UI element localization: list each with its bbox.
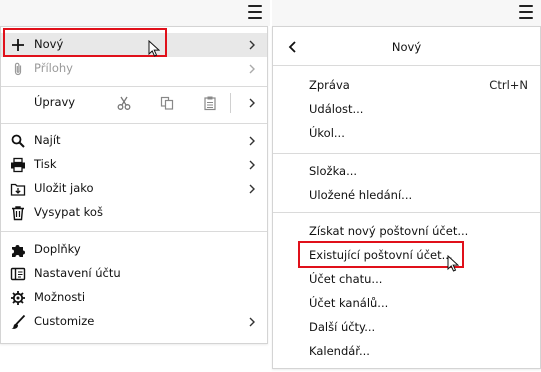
new-item-saved-search[interactable]: Uložené hledání...: [273, 183, 540, 207]
chevron-right-icon: [249, 40, 255, 50]
chevron-right-icon: [249, 317, 255, 327]
submenu-header: Nový: [273, 33, 540, 61]
new-item-existing-mail-account[interactable]: Existující poštovní účet...: [273, 243, 540, 267]
paperclip-icon: [14, 62, 22, 76]
new-item-chat-account[interactable]: Účet chatu...: [273, 267, 540, 291]
menu-separator: [1, 86, 267, 87]
cut-icon[interactable]: [116, 95, 132, 111]
menu-item-label: Kalendář...: [309, 344, 370, 358]
menu-item-label: Nastavení účtu: [34, 266, 121, 280]
menu-item-label: Úkol...: [309, 126, 345, 140]
shortcut-label: Ctrl+N: [489, 78, 528, 92]
menu-item-edit: Úpravy: [1, 91, 267, 115]
hamburger-menu-icon[interactable]: [248, 5, 262, 19]
menu-item-label: Existující poštovní účet...: [309, 248, 453, 262]
menu-item-account-settings[interactable]: Nastavení účtu: [1, 262, 267, 286]
app-menu-panel: Nový Přílohy Úpravy Najít Tisk Uložit ja…: [0, 26, 268, 344]
save-as-icon: [10, 183, 26, 196]
paste-icon[interactable]: [202, 95, 218, 111]
chevron-right-icon: [249, 136, 255, 146]
menu-item-label: Získat nový poštovní účet...: [309, 224, 469, 238]
menu-item-options[interactable]: Možnosti: [1, 286, 267, 310]
brush-icon: [11, 314, 26, 329]
menu-item-label: Účet chatu...: [309, 272, 383, 286]
menu-item-new[interactable]: Nový: [1, 33, 267, 57]
new-item-get-new-mail-account[interactable]: Získat nový poštovní účet...: [273, 219, 540, 243]
menu-separator: [1, 123, 267, 124]
menu-item-customize[interactable]: Customize: [1, 310, 267, 334]
chevron-right-icon: [249, 160, 255, 170]
new-item-task[interactable]: Úkol...: [273, 121, 540, 145]
hamburger-menu-icon-right[interactable]: [519, 5, 533, 19]
menu-item-addons[interactable]: Doplňky: [1, 238, 267, 262]
chevron-right-icon: [249, 184, 255, 194]
menu-item-save-as[interactable]: Uložit jako: [1, 177, 267, 201]
new-item-message[interactable]: Zpráva Ctrl+N: [273, 73, 540, 97]
menu-item-label: Možnosti: [34, 290, 86, 304]
menu-item-label: Tisk: [34, 157, 57, 171]
menu-item-print[interactable]: Tisk: [1, 153, 267, 177]
menu-item-attachments[interactable]: Přílohy: [1, 57, 267, 81]
gear-icon: [11, 291, 25, 305]
new-item-other-accounts[interactable]: Další účty...: [273, 315, 540, 339]
new-item-folder[interactable]: Složka...: [273, 159, 540, 183]
new-item-calendar[interactable]: Kalendář...: [273, 339, 540, 363]
mouse-cursor-icon: [447, 255, 459, 272]
menu-item-label: Nový: [34, 37, 64, 51]
submenu-separator: [273, 65, 540, 66]
menu-item-label: Uložené hledání...: [309, 188, 413, 202]
menu-item-label: Složka...: [309, 164, 358, 178]
plus-icon: [12, 39, 24, 51]
chevron-right-icon: [249, 64, 255, 74]
menu-item-label: Událost...: [309, 102, 364, 116]
menu-item-label: Další účty...: [309, 320, 376, 334]
edit-tools: [1, 91, 267, 115]
new-item-event[interactable]: Událost...: [273, 97, 540, 121]
menu-item-label: Přílohy: [34, 61, 73, 75]
edit-tools-separator: [230, 93, 231, 113]
menu-item-label: Vysypat koš: [34, 205, 103, 219]
menu-item-empty-trash[interactable]: Vysypat koš: [1, 201, 267, 225]
menu-separator: [1, 231, 267, 232]
menu-item-label: Doplňky: [34, 242, 81, 256]
search-icon: [11, 134, 25, 148]
menu-item-label: Uložit jako: [34, 181, 94, 195]
new-submenu-panel: Nový Zpráva Ctrl+N Událost... Úkol... Sl…: [272, 26, 541, 369]
copy-icon[interactable]: [159, 95, 175, 111]
mouse-cursor-icon: [148, 40, 160, 57]
submenu-separator: [273, 153, 540, 154]
trash-icon: [12, 206, 24, 221]
menu-item-label: Customize: [34, 314, 95, 328]
submenu-separator: [273, 212, 540, 213]
menu-item-label: Účet kanálů...: [309, 296, 389, 310]
account-settings-icon: [10, 267, 26, 281]
menu-item-label: Zpráva: [309, 78, 350, 92]
toolbar-strip-right: [272, 0, 541, 26]
puzzle-icon: [12, 245, 25, 257]
chevron-right-icon[interactable]: [247, 95, 257, 111]
printer-icon: [11, 157, 25, 173]
menu-item-find[interactable]: Najít: [1, 129, 267, 153]
menu-item-label: Najít: [34, 133, 61, 147]
toolbar-strip-left: [0, 0, 270, 26]
submenu-title: Nový: [391, 40, 422, 54]
new-item-feed-account[interactable]: Účet kanálů...: [273, 291, 540, 315]
